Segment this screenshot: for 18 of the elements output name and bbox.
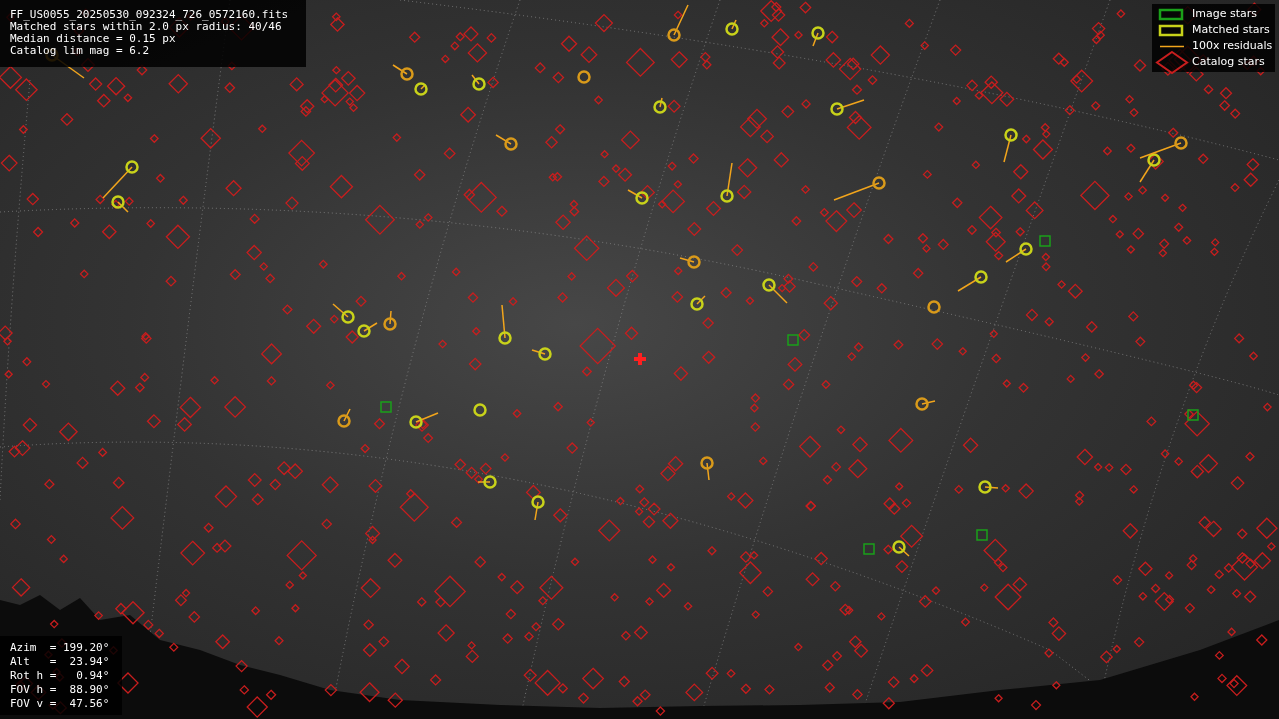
pointing-text: FOV v = 47.56° — [10, 697, 111, 711]
info-text: Catalog lim mag = 6.2 — [10, 45, 151, 57]
legend-label: 100x residuals — [1192, 37, 1273, 54]
info-text: FF_US0055_20250530_092324_726_0572160.fits — [10, 9, 290, 21]
rectangle-icon — [1158, 8, 1184, 20]
legend-label: Image stars — [1192, 5, 1257, 22]
center-cross-icon — [632, 351, 648, 367]
pointing-text: Rot h = 0.94° — [10, 669, 111, 683]
info-text: Median distance = 0.15 px — [10, 33, 177, 45]
pointing-text: Azim = 199.20° — [10, 641, 111, 655]
pointing-text: Alt = 23.94° — [10, 655, 111, 669]
diamond-icon — [1155, 50, 1189, 74]
line-icon — [1159, 45, 1185, 47]
info-text: Matched stars within 2.0 px radius: 40/46 — [10, 21, 282, 33]
rectangle-icon — [1158, 24, 1184, 36]
legend-label: Matched stars — [1192, 21, 1270, 38]
legend-label: Catalog stars — [1192, 53, 1265, 70]
pointing-text: FOV h = 88.90° — [10, 683, 111, 697]
